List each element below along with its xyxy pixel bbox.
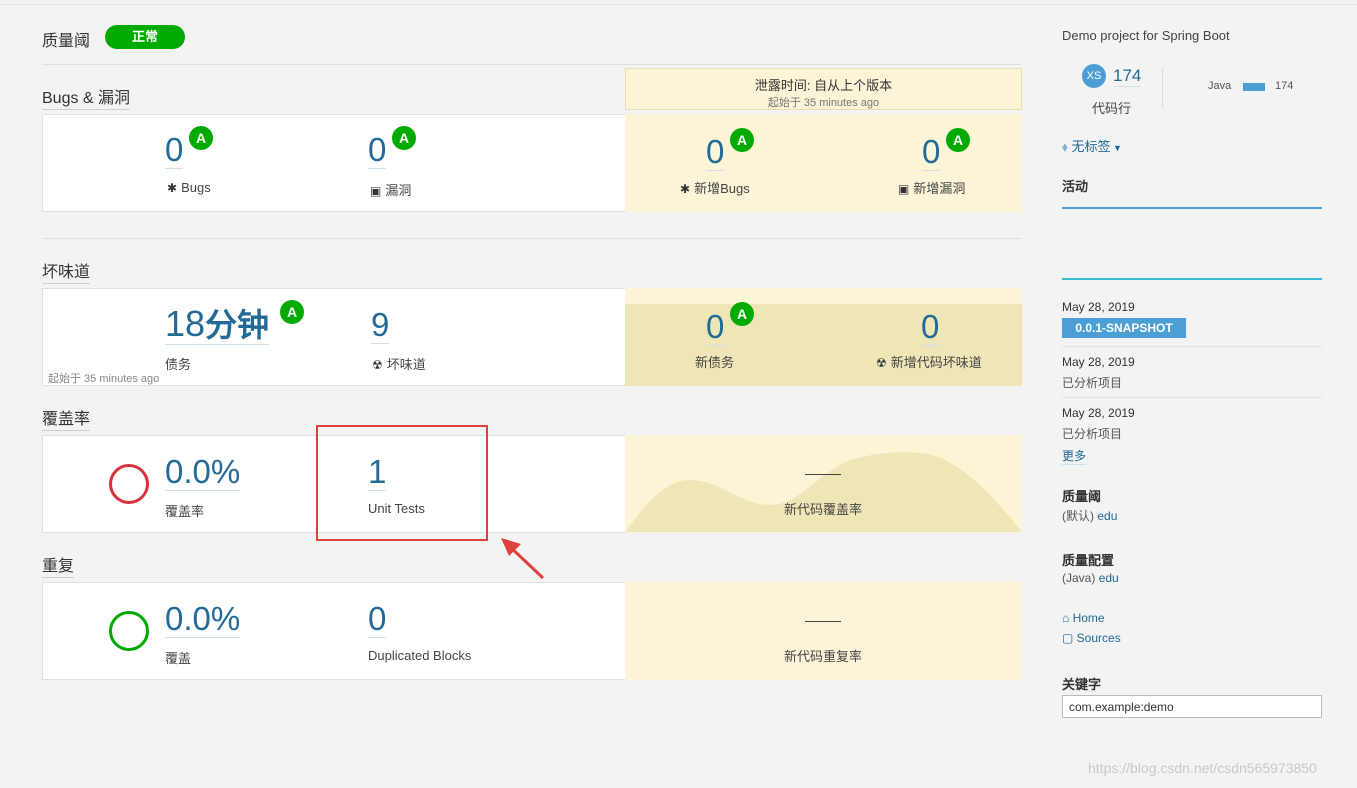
activity-text: 已分析项目 (1062, 376, 1123, 390)
activity-date: May 28, 2019 (1062, 300, 1135, 314)
radiation-icon: ☢ (372, 358, 383, 372)
smells-leak-band (625, 304, 1022, 386)
vulnerabilities-label: ▣ 漏洞 (370, 183, 412, 198)
new-duplication-value[interactable] (805, 621, 841, 622)
activity-text: 已分析项目 (1062, 427, 1123, 441)
duplicated-blocks-label: Duplicated Blocks (368, 648, 472, 663)
lock-icon: ▣ (370, 184, 382, 198)
project-key-field[interactable] (1062, 695, 1322, 718)
bugs-section-title: Bugs & 漏洞 (42, 84, 131, 110)
radiation-icon: ☢ (876, 356, 887, 370)
home-icon: ⌂ (1062, 611, 1073, 625)
bugs-label: ✱ Bugs (167, 180, 211, 195)
quality-profile-link[interactable]: edu (1099, 571, 1119, 585)
duplicated-blocks-value[interactable]: 0 (368, 602, 387, 638)
duplication-label: 覆盖 (165, 651, 192, 666)
smells-section-title: 坏味道 (42, 258, 91, 284)
quality-gate-link[interactable]: edu (1097, 509, 1117, 523)
activity-graph-top (1062, 207, 1322, 209)
new-bugs-value[interactable]: 0 (706, 135, 725, 171)
more-link[interactable]: 更多 (1062, 447, 1087, 465)
top-divider (0, 4, 1357, 5)
new-vulnerabilities-label: ▣ 新增漏洞 (898, 181, 966, 196)
version-badge[interactable]: 0.0.1-SNAPSHOT (1062, 318, 1186, 338)
lines-of-code-value[interactable]: 174 (1113, 66, 1142, 87)
new-vulnerabilities-value[interactable]: 0 (922, 135, 941, 171)
file-icon: ▢ (1062, 631, 1077, 645)
new-coverage-label: 新代码覆盖率 (784, 502, 863, 517)
quality-gate-label: 质量阈 (1062, 489, 1102, 504)
debt-label: 债务 (165, 357, 192, 372)
divider (42, 238, 1022, 239)
coverage-donut (109, 464, 149, 504)
new-coverage-sparkline (625, 452, 1022, 532)
key-label: 关键字 (1062, 677, 1102, 692)
divider (42, 64, 1022, 65)
new-debt-rating[interactable]: A (730, 302, 754, 326)
new-bugs-rating[interactable]: A (730, 128, 754, 152)
divider (1062, 346, 1322, 347)
language-bar (1243, 83, 1265, 91)
lock-icon: ▣ (898, 182, 910, 196)
new-duplication-label: 新代码重复率 (784, 649, 863, 664)
quality-profiles-label: 质量配置 (1062, 553, 1115, 568)
debt-value[interactable]: 18分钟 (165, 306, 270, 345)
vulnerabilities-value[interactable]: 0 (368, 133, 387, 169)
new-coverage-value[interactable] (805, 474, 841, 475)
bugs-value[interactable]: 0 (165, 133, 184, 169)
new-bugs-label: ✱ 新增Bugs (680, 181, 750, 196)
activity-title: 活动 (1062, 179, 1089, 194)
caret-down-icon: ▼ (1110, 143, 1122, 153)
leak-period-header: 泄露时间: 自从上个版本 起始于 35 minutes ago (625, 68, 1022, 110)
new-code-smells-label: ☢ 新增代码坏味道 (876, 355, 982, 370)
vulnerabilities-rating[interactable]: A (392, 126, 416, 150)
home-link[interactable]: ⌂ Home (1062, 611, 1105, 625)
duplication-value[interactable]: 0.0% (165, 602, 241, 638)
quality-gate-status-badge[interactable]: 正常 (105, 25, 185, 49)
language-name: Java (1208, 80, 1232, 92)
coverage-value[interactable]: 0.0% (165, 455, 241, 491)
coverage-leak-zone (625, 435, 1022, 533)
project-description: Demo project for Spring Boot (1062, 28, 1230, 43)
code-smells-label: ☢ 坏味道 (372, 357, 426, 372)
leak-period-since: 起始于 35 minutes ago (767, 97, 880, 109)
smells-since: 起始于 35 minutes ago (48, 373, 160, 385)
leak-period-title: 泄露时间: 自从上个版本 (754, 78, 893, 93)
new-vulnerabilities-rating[interactable]: A (946, 128, 970, 152)
sources-link[interactable]: ▢ Sources (1062, 631, 1121, 645)
quality-profiles-info: (Java) edu (1062, 571, 1119, 585)
divider (1162, 68, 1163, 108)
coverage-section-title: 覆盖率 (42, 405, 91, 431)
divider (1062, 397, 1322, 398)
code-smells-value[interactable]: 9 (371, 308, 390, 344)
quality-gate-title: 质量阈 (42, 33, 91, 50)
bug-icon: ✱ (167, 181, 178, 195)
lines-of-code-label: 代码行 (1092, 101, 1132, 116)
duplication-leak-zone (625, 582, 1022, 680)
duplication-section-title: 重复 (42, 552, 75, 578)
tags-dropdown[interactable]: ⬧ 无标签 ▼ (1062, 136, 1122, 155)
new-code-smells-value[interactable]: 0 (921, 310, 940, 346)
new-debt-label: 新债务 (695, 355, 735, 370)
coverage-label: 覆盖率 (165, 504, 205, 519)
activity-graph-line (1062, 278, 1322, 280)
annotation-arrow (501, 538, 545, 580)
debt-rating[interactable]: A (280, 300, 304, 324)
bug-icon: ✱ (680, 182, 691, 196)
size-badge: XS (1082, 64, 1106, 88)
bugs-rating[interactable]: A (189, 126, 213, 150)
activity-date: May 28, 2019 (1062, 355, 1135, 369)
watermark: https://blog.csdn.net/csdn565973850 (1088, 760, 1317, 776)
duplication-donut (109, 611, 149, 651)
activity-date: May 28, 2019 (1062, 406, 1135, 420)
quality-gate-info: (默认) edu (1062, 509, 1118, 523)
new-debt-value[interactable]: 0 (706, 310, 725, 346)
language-lines: 174 (1275, 80, 1294, 92)
annotation-highlight-box (316, 425, 488, 541)
